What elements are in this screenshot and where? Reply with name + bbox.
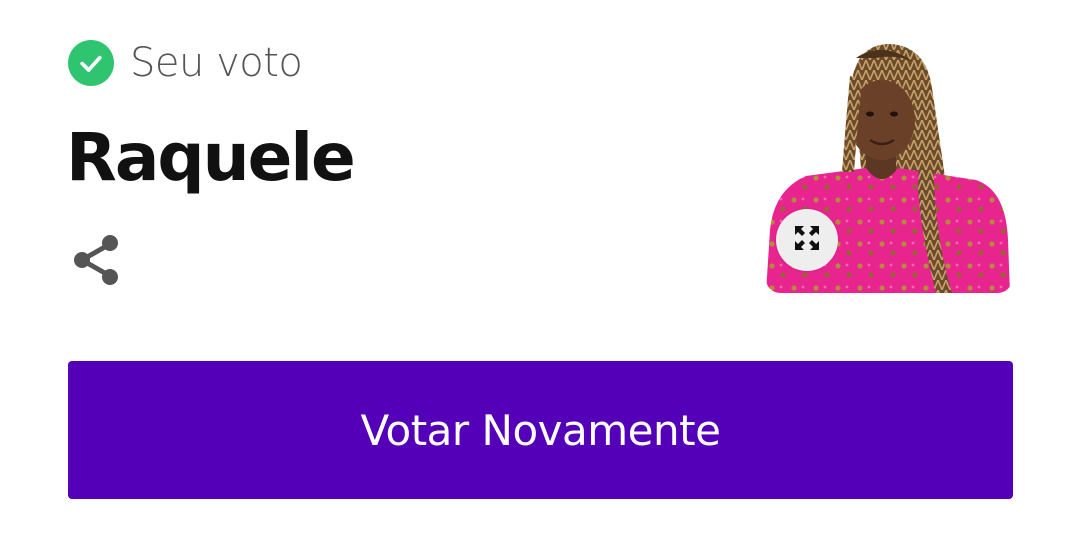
vote-again-button[interactable]: Votar Novamente (68, 361, 1013, 499)
vote-again-label: Votar Novamente (360, 405, 721, 455)
vote-confirmation-card: Seu voto Raquele Votar Novamente (0, 0, 1079, 547)
expand-icon (793, 224, 821, 257)
expand-photo-button[interactable] (776, 209, 838, 271)
candidate-name: Raquele (66, 119, 356, 196)
share-icon[interactable] (72, 234, 120, 286)
check-circle-icon (68, 40, 114, 86)
vote-status: Seu voto (68, 40, 303, 86)
status-label: Seu voto (130, 40, 303, 86)
